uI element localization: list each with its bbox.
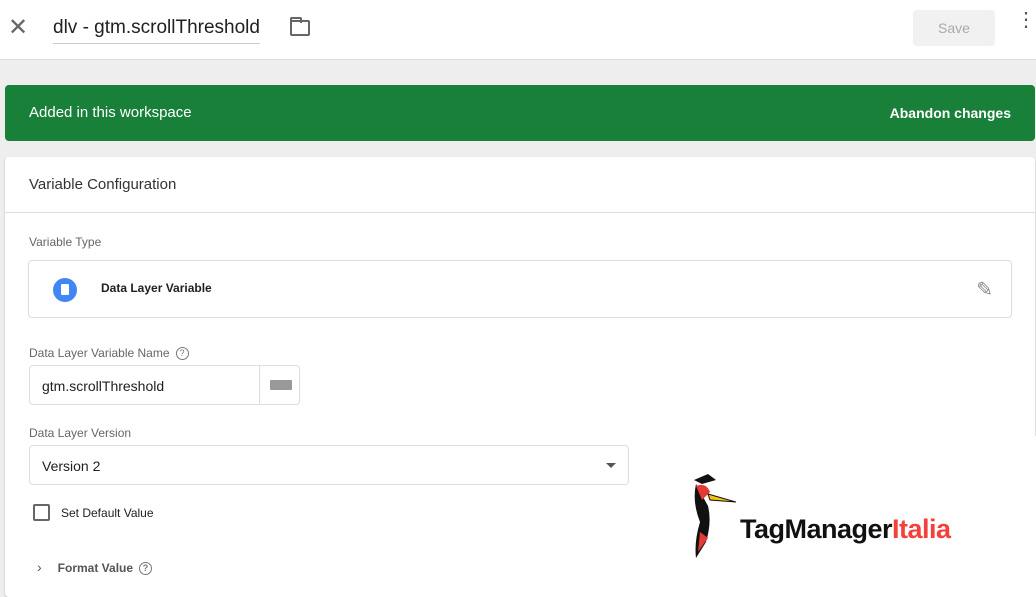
version-label: Data Layer Version — [29, 426, 132, 440]
variable-picker-icon[interactable] — [259, 366, 300, 404]
name-label-row: Data Layer Variable Name? — [29, 346, 189, 361]
name-label: Data Layer Variable Name — [29, 346, 170, 360]
folder-icon[interactable] — [290, 17, 310, 36]
format-value-toggle[interactable]: › Format Value? — [37, 559, 153, 576]
variable-type-selector[interactable]: Data Layer Variable ✎ — [28, 260, 1012, 318]
dropdown-arrow-icon — [606, 463, 616, 473]
variable-type-name: Data Layer Variable — [101, 281, 212, 295]
help-icon[interactable]: ? — [175, 347, 189, 361]
logo-text-red: Italia — [892, 514, 951, 544]
banner-message: Added in this workspace — [29, 104, 192, 121]
default-value-checkbox[interactable] — [33, 504, 50, 521]
variable-name-input[interactable]: gtm.scrollThreshold — [29, 365, 300, 405]
document-icon — [53, 278, 77, 302]
close-icon[interactable]: ✕ — [8, 16, 28, 40]
format-value-label: Format Value — [57, 561, 134, 575]
variable-type-label: Variable Type — [29, 235, 102, 249]
save-button[interactable]: Save — [913, 10, 995, 46]
version-select[interactable]: Version 2 — [29, 445, 629, 485]
top-bar: ✕ dlv - gtm.scrollThreshold Save ⋮ — [0, 0, 1036, 60]
default-value-label[interactable]: Set Default Value — [61, 506, 154, 520]
logo-text: TagManagerItalia — [740, 514, 951, 545]
variable-name-title[interactable]: dlv - gtm.scrollThreshold — [53, 17, 260, 44]
variable-name-value[interactable]: gtm.scrollThreshold — [42, 378, 164, 394]
abandon-changes-button[interactable]: Abandon changes — [890, 105, 1011, 121]
help-icon[interactable]: ? — [139, 562, 153, 576]
tagmanageritalia-logo: TagManagerItalia — [636, 436, 1036, 597]
more-vert-icon[interactable]: ⋮ — [1016, 10, 1036, 30]
woodpecker-logo-icon — [694, 474, 736, 558]
workspace-banner: Added in this workspace Abandon changes — [5, 85, 1035, 141]
logo-text-dark: TagManager — [740, 514, 893, 544]
version-value: Version 2 — [42, 458, 101, 474]
edit-pencil-icon[interactable]: ✎ — [976, 277, 993, 302]
divider — [5, 212, 1035, 213]
card-title: Variable Configuration — [29, 176, 177, 193]
chevron-right-icon: › — [37, 559, 42, 575]
